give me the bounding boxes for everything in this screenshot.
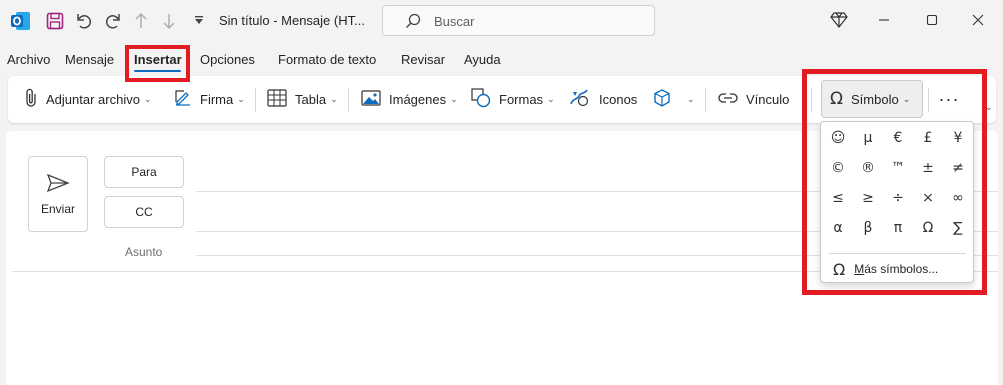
close-icon[interactable] — [968, 10, 988, 30]
image-icon — [361, 89, 381, 110]
diamond-icon[interactable] — [829, 10, 849, 30]
paperclip-icon — [24, 88, 38, 111]
divider — [348, 88, 349, 112]
highlight-box-symbol — [802, 69, 987, 295]
chevron-down-icon: ⌄ — [687, 94, 695, 104]
maximize-icon[interactable] — [922, 10, 942, 30]
tab-ayuda[interactable]: Ayuda — [464, 52, 501, 67]
shapes-icon — [471, 88, 491, 111]
chevron-down-icon: ⌄ — [237, 94, 245, 104]
send-button[interactable]: Enviar — [28, 156, 88, 232]
undo-icon[interactable] — [74, 11, 94, 31]
send-icon — [46, 173, 70, 196]
signature-button[interactable]: Firma ⌄ — [174, 76, 245, 123]
link-icon — [718, 91, 738, 108]
cube-icon — [653, 89, 671, 110]
tab-archivo[interactable]: Archivo — [7, 52, 50, 67]
attach-file-button[interactable]: Adjuntar archivo ⌄ — [24, 76, 152, 123]
icons-gallery-icon — [569, 88, 591, 111]
shapes-label: Formas — [499, 92, 544, 107]
divider — [255, 88, 256, 112]
link-button[interactable]: Vínculo ⌄ — [718, 76, 809, 123]
save-icon[interactable] — [45, 11, 65, 31]
search-icon — [405, 13, 421, 29]
shapes-button[interactable]: Formas ⌄ — [471, 76, 555, 123]
chevron-down-icon: ⌄ — [450, 94, 458, 104]
images-button[interactable]: Imágenes ⌄ — [361, 76, 458, 123]
table-button[interactable]: Tabla ⌄ — [267, 76, 338, 123]
tab-opciones[interactable]: Opciones — [200, 52, 255, 67]
highlight-box-tab — [125, 45, 190, 82]
icons-button[interactable]: Iconos — [569, 76, 637, 123]
search-placeholder: Buscar — [434, 14, 475, 29]
to-button[interactable]: Para — [104, 156, 184, 188]
send-label: Enviar — [40, 201, 75, 216]
table-icon — [267, 89, 287, 110]
quick-access-icon[interactable] — [193, 13, 205, 27]
subject-label: Asunto — [125, 245, 163, 259]
attach-file-label: Adjuntar archivo — [46, 92, 140, 107]
title-bar: Sin título - Mensaje (HT... Buscar — [0, 0, 1003, 42]
redo-icon[interactable] — [103, 11, 123, 31]
table-label: Tabla — [295, 92, 327, 107]
3d-models-button[interactable]: ⌄ — [653, 76, 695, 123]
search-box[interactable]: Buscar — [382, 5, 655, 36]
cc-button[interactable]: CC — [104, 196, 184, 228]
chevron-down-icon: ⌄ — [547, 94, 555, 104]
tab-mensaje[interactable]: Mensaje — [65, 52, 114, 67]
window-title: Sin título - Mensaje (HT... — [219, 13, 365, 28]
tab-formato-de-texto[interactable]: Formato de texto — [278, 52, 376, 67]
arrow-up-icon[interactable] — [132, 11, 150, 31]
outlook-app-icon — [10, 10, 32, 32]
icons-label: Iconos — [599, 92, 638, 107]
arrow-down-icon[interactable] — [160, 11, 178, 31]
signature-label: Firma — [200, 92, 234, 107]
chevron-down-icon: ⌄ — [143, 94, 152, 104]
signature-icon — [174, 89, 192, 110]
divider — [705, 88, 706, 112]
tab-revisar[interactable]: Revisar — [401, 52, 445, 67]
link-label: Vínculo — [746, 92, 790, 107]
images-label: Imágenes — [389, 92, 447, 107]
chevron-down-icon: ⌄ — [330, 94, 338, 104]
minimize-icon[interactable] — [874, 10, 894, 30]
